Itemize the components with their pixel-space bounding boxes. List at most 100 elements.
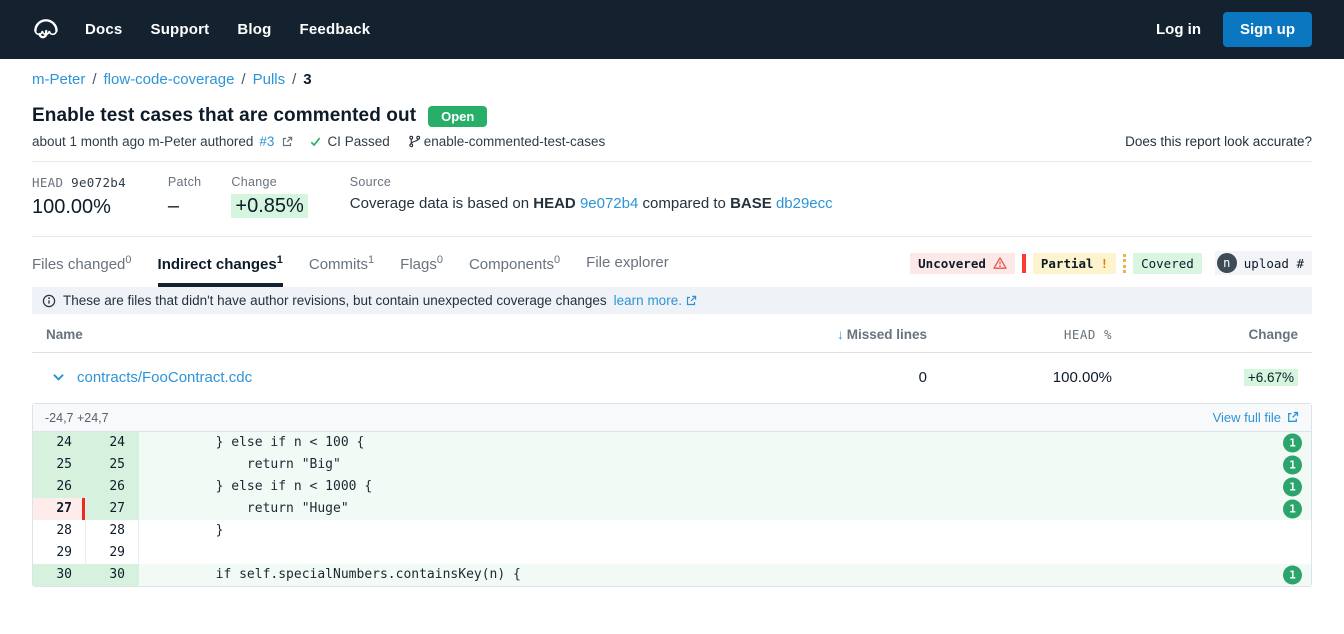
legend-upload: n upload #: [1215, 251, 1312, 275]
base-line-number: 24: [33, 432, 86, 454]
sort-desc-icon: ↓: [837, 327, 844, 342]
coverage-legend: Uncovered Partial ! Covered n upload #: [910, 251, 1312, 287]
diff-line-30[interactable]: 3030 if self.specialNumbers.containsKey(…: [33, 564, 1311, 586]
coverage-summary: HEAD 9e072b4 100.00% Patch – Change +0.8…: [32, 162, 1312, 237]
login-link[interactable]: Log in: [1156, 21, 1201, 38]
diff-line-27[interactable]: 2727 return "Huge" 1: [33, 498, 1311, 520]
diff-line-28[interactable]: 2828 }: [33, 520, 1311, 542]
file-name-link[interactable]: contracts/FooContract.cdc: [77, 369, 252, 386]
breadcrumb-repo[interactable]: flow-code-coverage: [104, 71, 235, 88]
hit-count-badge[interactable]: 1: [1283, 500, 1302, 519]
source-base-label: BASE: [730, 195, 772, 212]
report-accuracy-prompt[interactable]: Does this report look accurate?: [1125, 134, 1312, 149]
page-title: Enable test cases that are commented out: [32, 105, 416, 127]
column-header-head-percent[interactable]: HEAD %: [927, 327, 1112, 342]
tab-indirect-changes[interactable]: Indirect changes1: [158, 254, 283, 287]
head-line-number: 27: [86, 498, 139, 520]
legend-uncovered: Uncovered: [910, 253, 1015, 274]
head-label: HEAD: [32, 175, 63, 190]
tab-files-changed[interactable]: Files changed0: [32, 254, 132, 287]
column-header-name[interactable]: Name: [32, 327, 777, 342]
diff-line-25[interactable]: 2525 return "Big" 1: [33, 454, 1311, 476]
breadcrumb: m-Peter/flow-code-coverage/Pulls/3: [32, 71, 1312, 88]
files-table-header: Name ↓Missed lines HEAD % Change: [32, 314, 1312, 353]
git-branch-icon: [408, 135, 421, 148]
code-text: if self.specialNumbers.containsKey(n) {: [139, 564, 1311, 586]
tab-bar: Files changed0 Indirect changes1 Commits…: [32, 254, 910, 287]
tab-commits[interactable]: Commits1: [309, 254, 374, 287]
head-line-number: 29: [86, 542, 139, 564]
diff-line-29[interactable]: 2929: [33, 542, 1311, 564]
view-full-file-link[interactable]: View full file: [1213, 410, 1299, 425]
breadcrumb-separator: /: [241, 71, 245, 88]
nav-link-docs[interactable]: Docs: [85, 21, 122, 38]
code-text: } else if n < 1000 {: [139, 476, 1311, 498]
hit-count-badge[interactable]: 1: [1283, 456, 1302, 475]
warning-triangle-icon: [993, 256, 1007, 270]
column-header-change[interactable]: Change: [1112, 327, 1312, 342]
partial-bar-sample: [1123, 254, 1126, 273]
change-value: +0.85%: [231, 194, 307, 218]
base-line-number: 26: [33, 476, 86, 498]
patch-value: –: [168, 195, 201, 218]
signup-button[interactable]: Sign up: [1223, 12, 1312, 47]
top-navbar: Docs Support Blog Feedback Log in Sign u…: [0, 0, 1344, 59]
base-line-number: 29: [33, 542, 86, 564]
ci-status-text: CI Passed: [327, 134, 389, 149]
table-row: contracts/FooContract.cdc 0 100.00% +6.6…: [32, 353, 1312, 403]
authored-text: about 1 month ago m-Peter authored: [32, 134, 253, 149]
partial-mark-icon: !: [1101, 256, 1109, 271]
base-line-number: 30: [33, 564, 86, 586]
head-hash: 9e072b4: [71, 175, 126, 190]
upload-count-icon: n: [1217, 253, 1237, 273]
nav-link-feedback[interactable]: Feedback: [300, 21, 371, 38]
pull-meta: about 1 month ago m-Peter authored #3 CI…: [32, 134, 1125, 149]
info-icon: [42, 294, 56, 308]
tab-components[interactable]: Components0: [469, 254, 560, 287]
diff-viewer: -24,7 +24,7 View full file 2424 } else i…: [32, 403, 1312, 587]
chevron-down-icon[interactable]: [52, 371, 65, 384]
hit-count-badge[interactable]: 1: [1283, 566, 1302, 585]
upload-label: upload #: [1244, 256, 1304, 271]
breadcrumb-owner[interactable]: m-Peter: [32, 71, 85, 88]
banner-text: These are files that didn't have author …: [63, 293, 607, 308]
nav-link-support[interactable]: Support: [150, 21, 209, 38]
legend-covered: Covered: [1133, 253, 1202, 274]
diff-line-24[interactable]: 2424 } else if n < 100 { 1: [33, 432, 1311, 454]
status-badge: Open: [428, 106, 487, 127]
breadcrumb-separator: /: [292, 71, 296, 88]
hunk-header: -24,7 +24,7: [45, 411, 109, 425]
source-description: Coverage data is based on HEAD 9e072b4 c…: [350, 195, 833, 212]
head-line-number: 25: [86, 454, 139, 476]
branch-name: enable-commented-test-cases: [424, 134, 606, 149]
column-header-missed-lines[interactable]: ↓Missed lines: [777, 327, 927, 342]
head-line-number: 24: [86, 432, 139, 454]
source-head-hash-link[interactable]: 9e072b4: [580, 195, 638, 212]
code-text: }: [139, 520, 1311, 542]
uncovered-bar-sample: [1022, 254, 1026, 273]
code-text: [139, 542, 1311, 564]
missed-lines-value: 0: [777, 369, 927, 386]
external-link-icon[interactable]: [281, 136, 293, 148]
nav-link-blog[interactable]: Blog: [237, 21, 271, 38]
head-line-number: 28: [86, 520, 139, 542]
source-head-label: HEAD: [533, 195, 576, 212]
code-text: return "Huge": [139, 498, 1311, 520]
hit-count-badge[interactable]: 1: [1283, 434, 1302, 453]
source-base-hash-link[interactable]: db29ecc: [776, 195, 833, 212]
learn-more-link[interactable]: learn more.: [614, 293, 697, 308]
head-percent-value: 100.00%: [927, 369, 1112, 386]
change-label: Change: [231, 175, 307, 189]
pr-number-link[interactable]: #3: [259, 134, 274, 149]
breadcrumb-pull-number: 3: [303, 71, 311, 88]
indirect-changes-banner: These are files that didn't have author …: [32, 287, 1312, 314]
codecov-logo[interactable]: [32, 16, 59, 43]
check-icon: [309, 135, 322, 148]
breadcrumb-pulls[interactable]: Pulls: [253, 71, 286, 88]
head-line-number: 30: [86, 564, 139, 586]
hit-count-badge[interactable]: 1: [1283, 478, 1302, 497]
tab-file-explorer[interactable]: File explorer: [586, 254, 669, 287]
tab-flags[interactable]: Flags0: [400, 254, 443, 287]
diff-line-26[interactable]: 2626 } else if n < 1000 { 1: [33, 476, 1311, 498]
base-line-number: 28: [33, 520, 86, 542]
